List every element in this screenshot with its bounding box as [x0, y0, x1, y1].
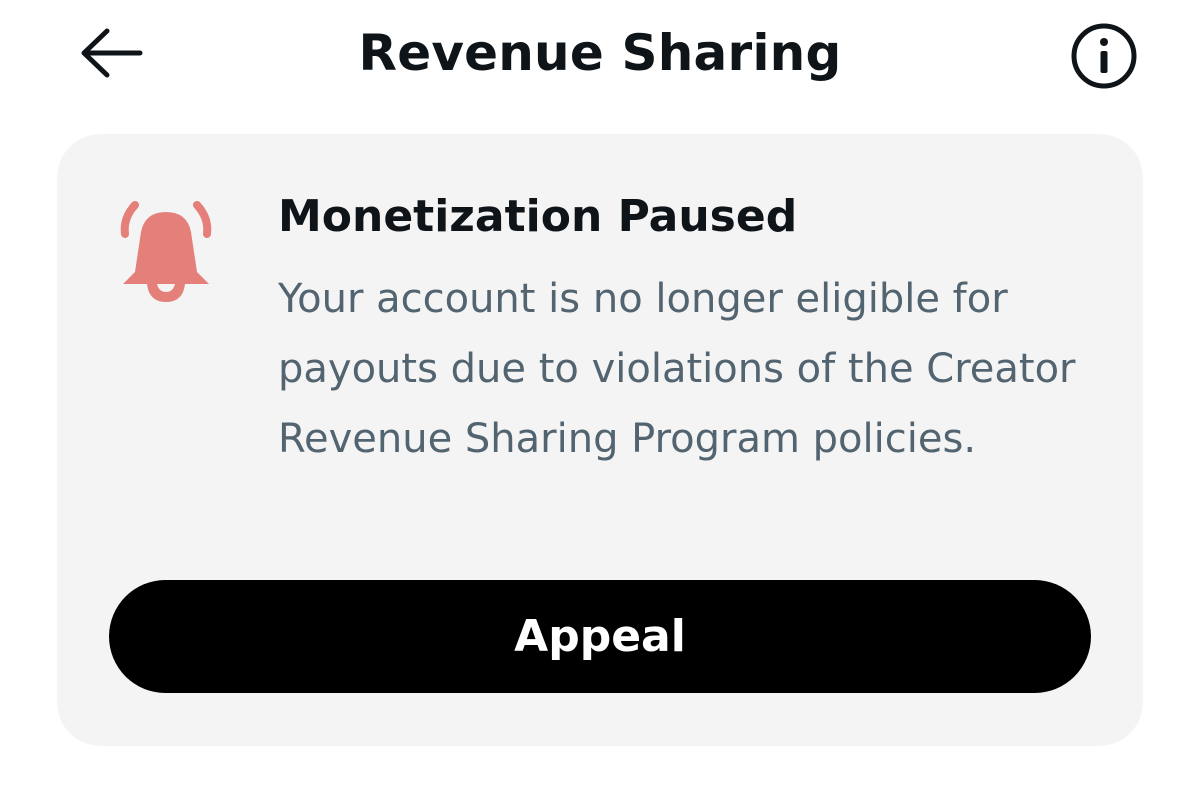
notice-title: Monetization Paused — [278, 191, 798, 242]
header-bar: Revenue Sharing — [0, 0, 1200, 110]
revenue-sharing-screen: Revenue Sharing Monetization Paused Your… — [0, 0, 1200, 806]
info-button[interactable] — [1062, 20, 1146, 92]
appeal-button-label: Appeal — [514, 611, 686, 662]
appeal-button[interactable]: Appeal — [109, 580, 1091, 693]
notice-description: Your account is no longer eligible for p… — [278, 276, 1076, 462]
page-title: Revenue Sharing — [358, 24, 842, 82]
bell-alert-icon — [120, 201, 212, 302]
info-circle-icon — [1071, 23, 1137, 89]
